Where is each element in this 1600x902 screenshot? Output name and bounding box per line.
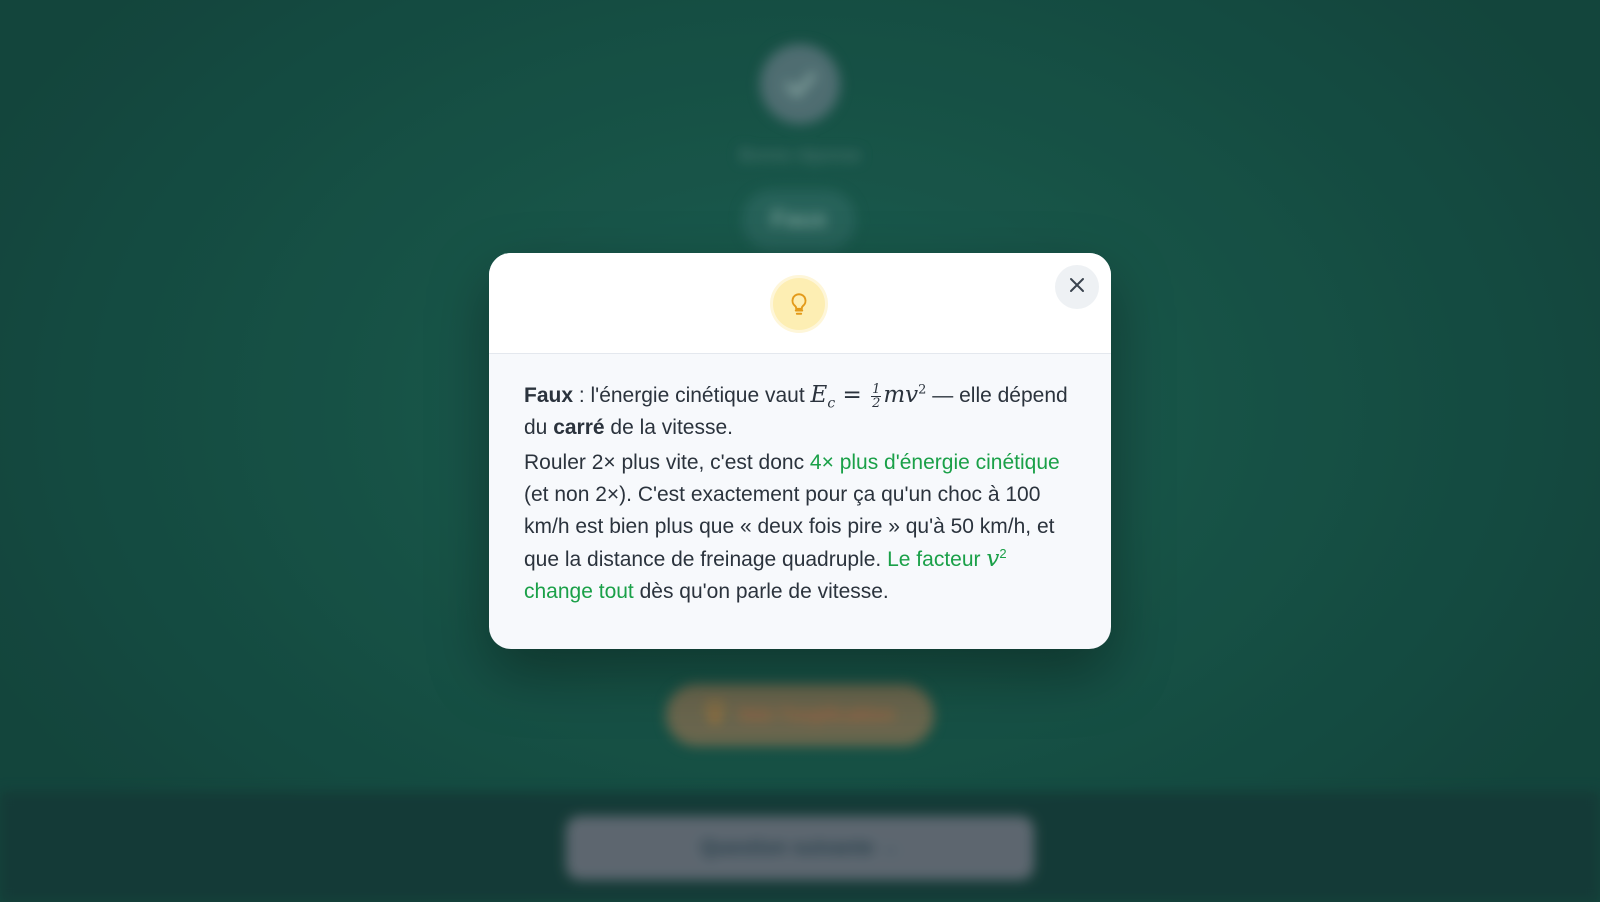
close-icon	[1068, 276, 1086, 299]
modal-header	[489, 253, 1111, 354]
verdict-text: Faux	[524, 384, 574, 407]
close-button[interactable]	[1055, 265, 1099, 309]
text-span: Rouler 2× plus vite, c'est donc	[524, 451, 810, 474]
formula-kinetic-energy: Ec = 1 2 mv2	[810, 381, 927, 411]
formula-equals: =	[835, 382, 870, 408]
text-span: de la vitesse.	[604, 416, 733, 439]
emphasis-word: carré	[553, 416, 605, 439]
formula-exponent: 2	[999, 546, 1007, 561]
explanation-modal: Faux : l'énergie cinétique vaut Ec = 12m…	[489, 253, 1111, 649]
explanation-paragraph-1: Faux : l'énergie cinétique vaut Ec = 12m…	[524, 379, 1079, 444]
highlight-part: Le facteur	[887, 548, 987, 571]
formula-fraction: 12	[871, 381, 882, 411]
formula-v: v	[986, 546, 1000, 572]
fraction-denominator: 2	[872, 395, 881, 411]
formula-subscript: c	[827, 395, 836, 412]
lightbulb-icon	[773, 278, 825, 330]
formula-mv: mv	[883, 382, 919, 408]
text-span: dès qu'on parle de vitesse.	[633, 580, 889, 603]
text-span: : l'énergie cinétique vaut	[573, 384, 811, 407]
formula-symbol: E	[810, 382, 828, 408]
highlight-text: 4× plus d'énergie cinétique	[809, 451, 1060, 474]
explanation-paragraph-2: Rouler 2× plus vite, c'est donc 4× plus …	[524, 447, 1079, 608]
highlight-part: change tout	[524, 580, 634, 603]
explanation-text: Faux : l'énergie cinétique vaut Ec = 12m…	[524, 379, 1079, 611]
fraction-numerator: 1	[871, 381, 882, 397]
